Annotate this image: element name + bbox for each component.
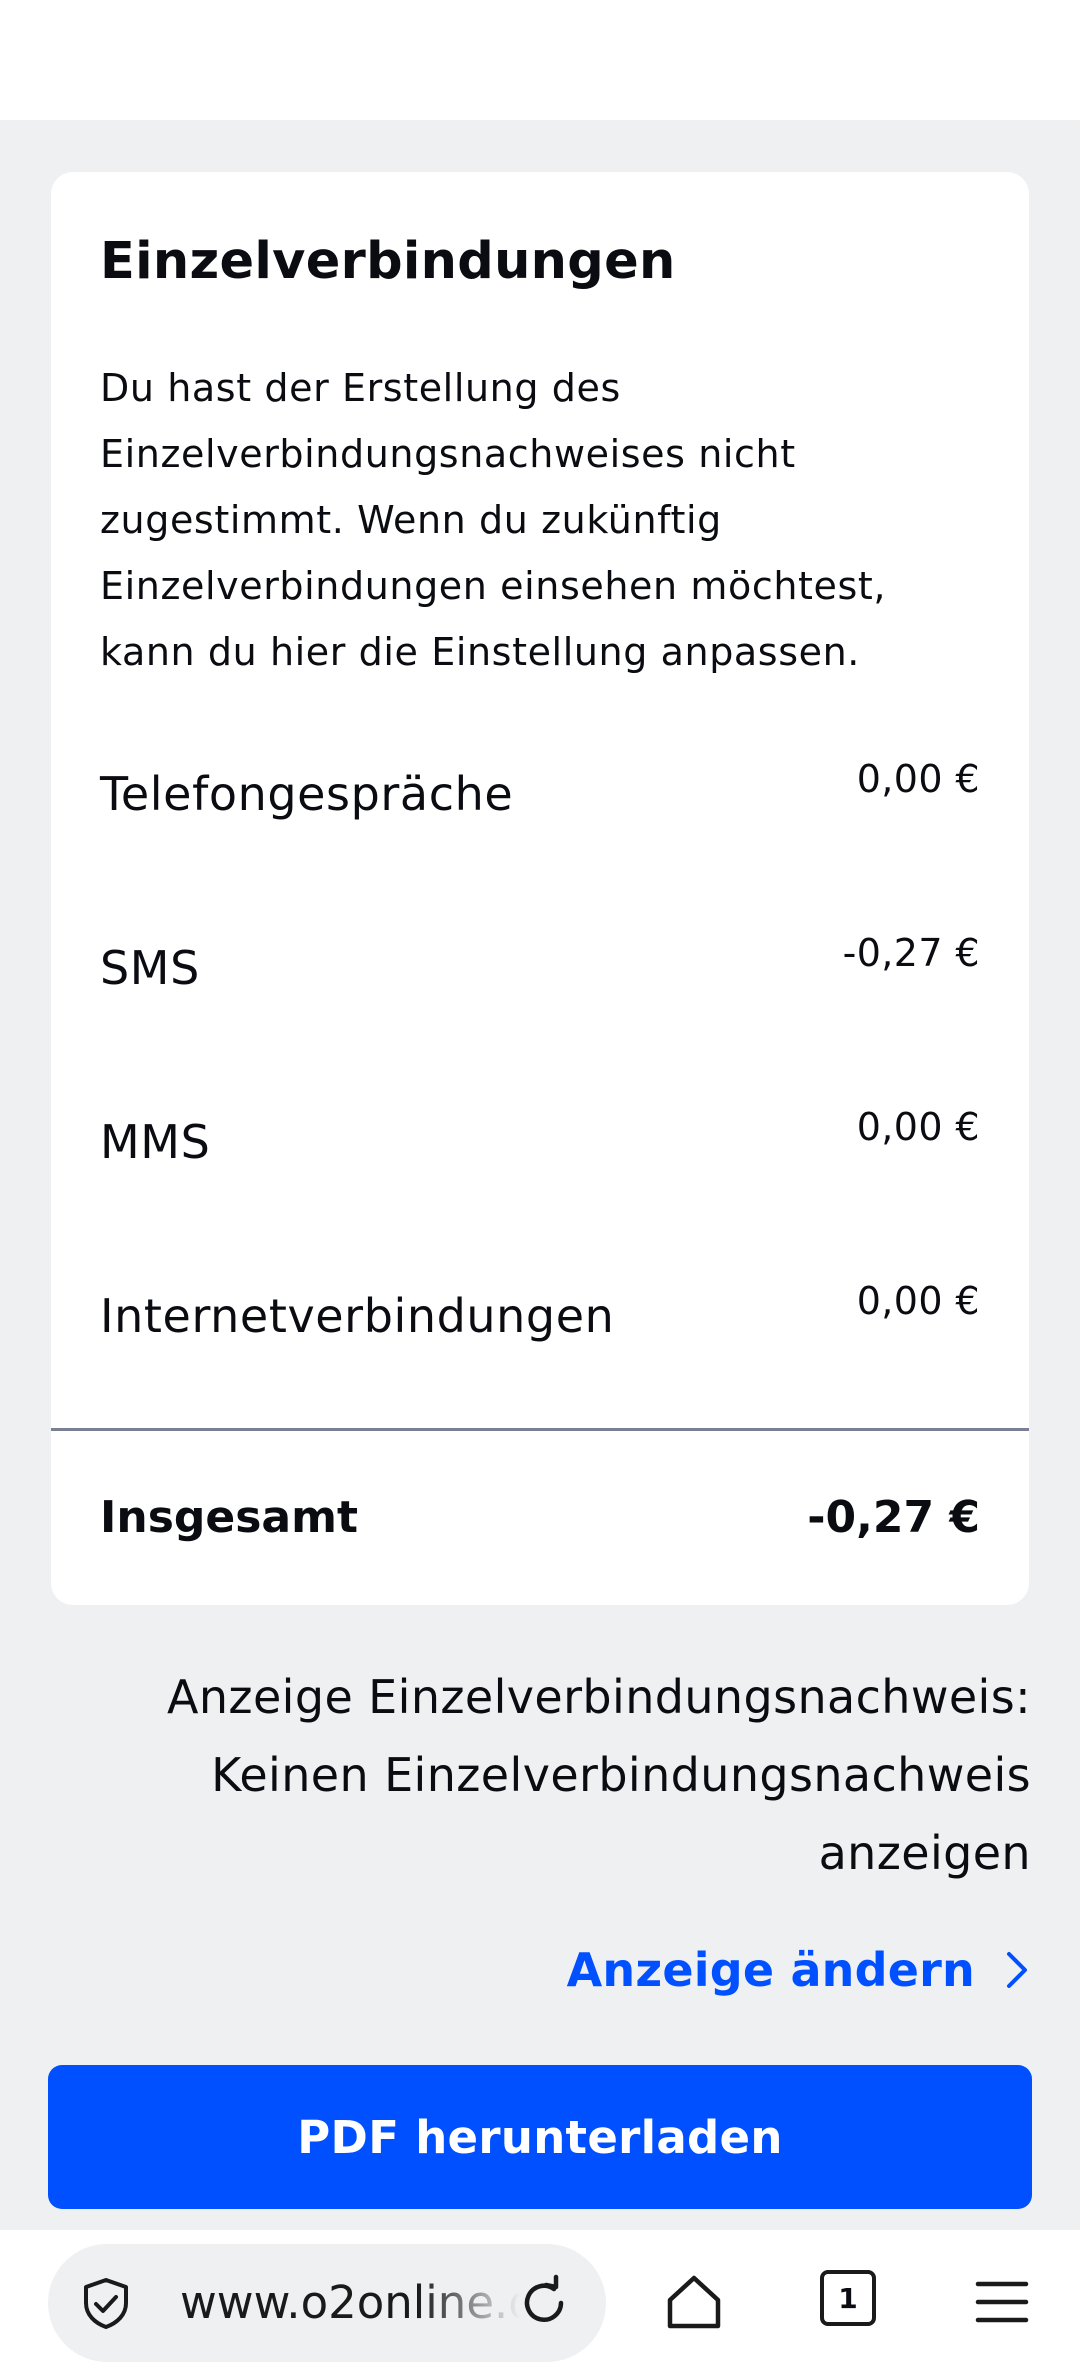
- row-value: -0,27 €: [842, 931, 980, 975]
- itemized-calls-card: Einzelverbindungen Du hast der Erstellun…: [51, 172, 1029, 1605]
- menu-icon[interactable]: [970, 2270, 1034, 2334]
- row-sms: SMS -0,27 €: [100, 931, 980, 1001]
- row-phone-calls: Telefongespräche 0,00 €: [100, 757, 980, 827]
- total-label: Insgesamt: [100, 1492, 358, 1543]
- row-value: 0,00 €: [856, 1279, 980, 1323]
- card-description: Du hast der Erstellung des Einzelverbind…: [100, 366, 887, 674]
- display-setting-line: anzeigen: [818, 1826, 1031, 1880]
- row-label: Internetverbindungen: [100, 1289, 615, 1343]
- row-label: MMS: [100, 1115, 211, 1169]
- tabs-button[interactable]: 1: [820, 2270, 876, 2326]
- row-mms: MMS 0,00 €: [100, 1105, 980, 1175]
- home-icon[interactable]: [662, 2270, 726, 2334]
- row-value: 0,00 €: [856, 1105, 980, 1149]
- change-display-link[interactable]: Anzeige ändern: [567, 1940, 1031, 2000]
- row-label: SMS: [100, 941, 200, 995]
- card-title: Einzelverbindungen: [100, 232, 676, 291]
- url-text[interactable]: www.o2online.de: [180, 2276, 520, 2329]
- divider: [51, 1428, 1029, 1431]
- row-value: 0,00 €: [856, 757, 980, 801]
- display-setting-line: Keinen Einzelverbindungsnachweis: [211, 1748, 1031, 1802]
- display-setting-info: Anzeige Einzelverbindungsnachweis: Keine…: [131, 1658, 1031, 1892]
- top-bar: [0, 0, 1080, 120]
- change-display-label: Anzeige ändern: [566, 1943, 975, 1997]
- reload-icon[interactable]: [514, 2273, 574, 2333]
- total-row: Insgesamt -0,27 €: [100, 1492, 980, 1562]
- row-internet: Internetverbindungen 0,00 €: [100, 1279, 980, 1349]
- shield-check-icon[interactable]: [78, 2275, 134, 2331]
- total-value: -0,27 €: [807, 1492, 980, 1543]
- chevron-right-icon: [1007, 1952, 1027, 1988]
- pdf-download-button[interactable]: PDF herunterladen: [48, 2065, 1032, 2209]
- display-setting-line: Anzeige Einzelverbindungsnachweis:: [167, 1670, 1031, 1724]
- browser-toolbar: www.o2online.de 1: [0, 2230, 1080, 2374]
- url-bar[interactable]: www.o2online.de: [48, 2244, 606, 2362]
- row-label: Telefongespräche: [100, 767, 514, 821]
